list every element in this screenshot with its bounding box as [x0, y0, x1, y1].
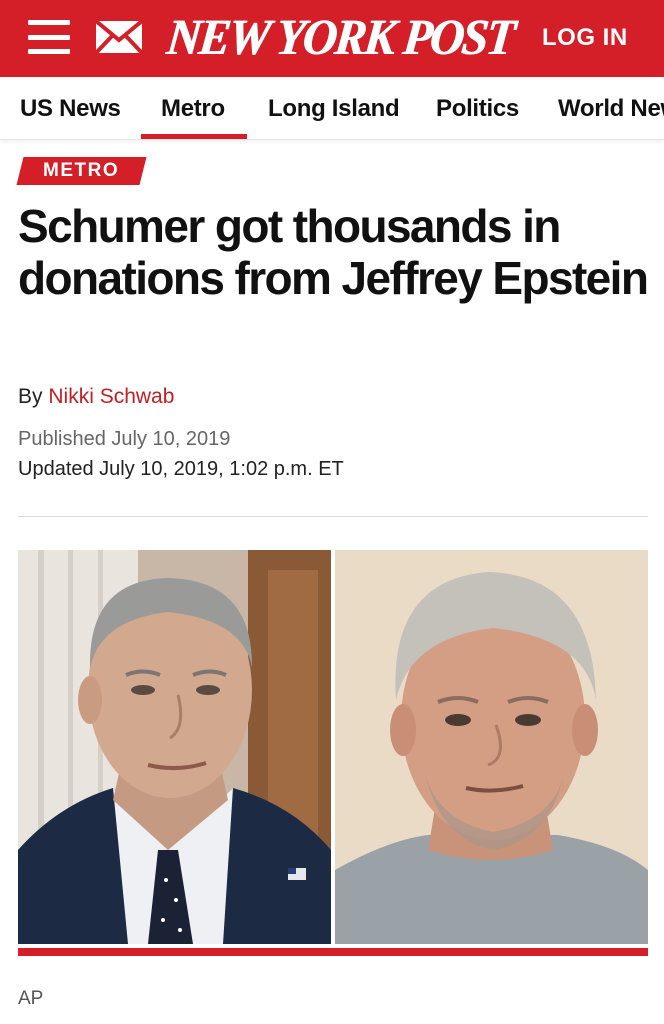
active-tab-indicator: [141, 134, 247, 139]
photo-accent-bar: [18, 948, 648, 956]
author-link[interactable]: Nikki Schwab: [48, 385, 174, 408]
logo-wordmark: NEW YORK POST: [164, 9, 516, 67]
nav-item-us-news[interactable]: US News: [20, 95, 121, 123]
byline: By Nikki Schwab: [18, 385, 174, 409]
login-button[interactable]: LOG IN: [542, 24, 628, 52]
section-label[interactable]: METRO: [16, 157, 147, 185]
article-headline: Schumer got thousands in donations from …: [18, 200, 649, 304]
nav-item-world-news[interactable]: World News: [558, 95, 664, 123]
divider: [18, 516, 648, 517]
article-photo[interactable]: [18, 550, 648, 944]
envelope-icon[interactable]: [94, 19, 144, 55]
nav-item-long-island[interactable]: Long Island: [268, 95, 400, 123]
site-header: NEW YORK POST LOG IN: [0, 0, 664, 77]
hamburger-menu-icon[interactable]: [28, 20, 70, 54]
updated-date: Updated July 10, 2019, 1:02 p.m. ET: [18, 458, 344, 480]
nav-item-metro[interactable]: Metro: [161, 95, 225, 123]
published-date: Published July 10, 2019: [18, 428, 231, 450]
section-label-text: METRO: [43, 160, 120, 181]
photo-credit: AP: [18, 988, 44, 1009]
site-logo[interactable]: NEW YORK POST: [164, 10, 516, 66]
nav-item-politics[interactable]: Politics: [436, 95, 519, 123]
byline-prefix: By: [18, 385, 43, 408]
section-nav: US News Metro Long Island Politics World…: [0, 77, 664, 140]
